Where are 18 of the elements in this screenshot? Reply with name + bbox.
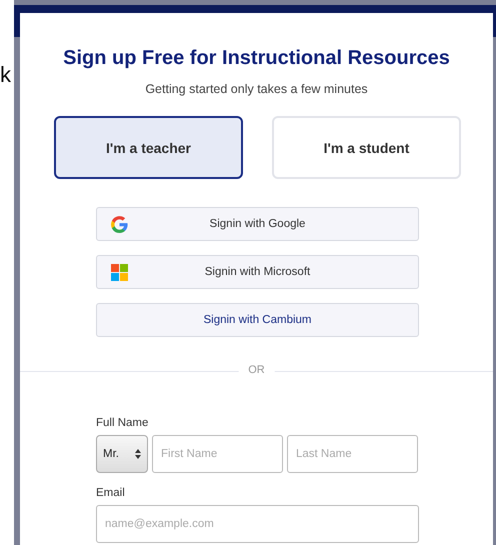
role-button[interactable]: I'm a teacher xyxy=(54,116,243,179)
role-button[interactable]: I'm a student xyxy=(272,116,461,179)
google-logo-icon xyxy=(111,216,128,233)
title-select[interactable]: Mr. xyxy=(96,435,148,473)
background-text: k xyxy=(0,62,11,88)
field-label: Email xyxy=(96,487,126,499)
signin-button[interactable]: Signin with Microsoft xyxy=(96,255,419,289)
signin-button[interactable]: Signin with Google xyxy=(96,207,419,241)
last-name-field[interactable]: Last Name xyxy=(287,435,418,473)
dialog-subtitle: Getting started only takes a few minutes xyxy=(144,82,369,96)
updown-icon xyxy=(135,449,141,459)
email-field[interactable]: name@example.com xyxy=(96,505,419,543)
divider-text: OR xyxy=(238,364,275,376)
signin-button[interactable]: Signin with Cambium xyxy=(96,303,419,337)
first-name-field[interactable]: First Name xyxy=(152,435,283,473)
windows-logo-icon xyxy=(111,264,128,281)
field-label: Full Name xyxy=(96,417,150,429)
dialog-title: Sign up Free for Instructional Resources xyxy=(62,47,451,70)
